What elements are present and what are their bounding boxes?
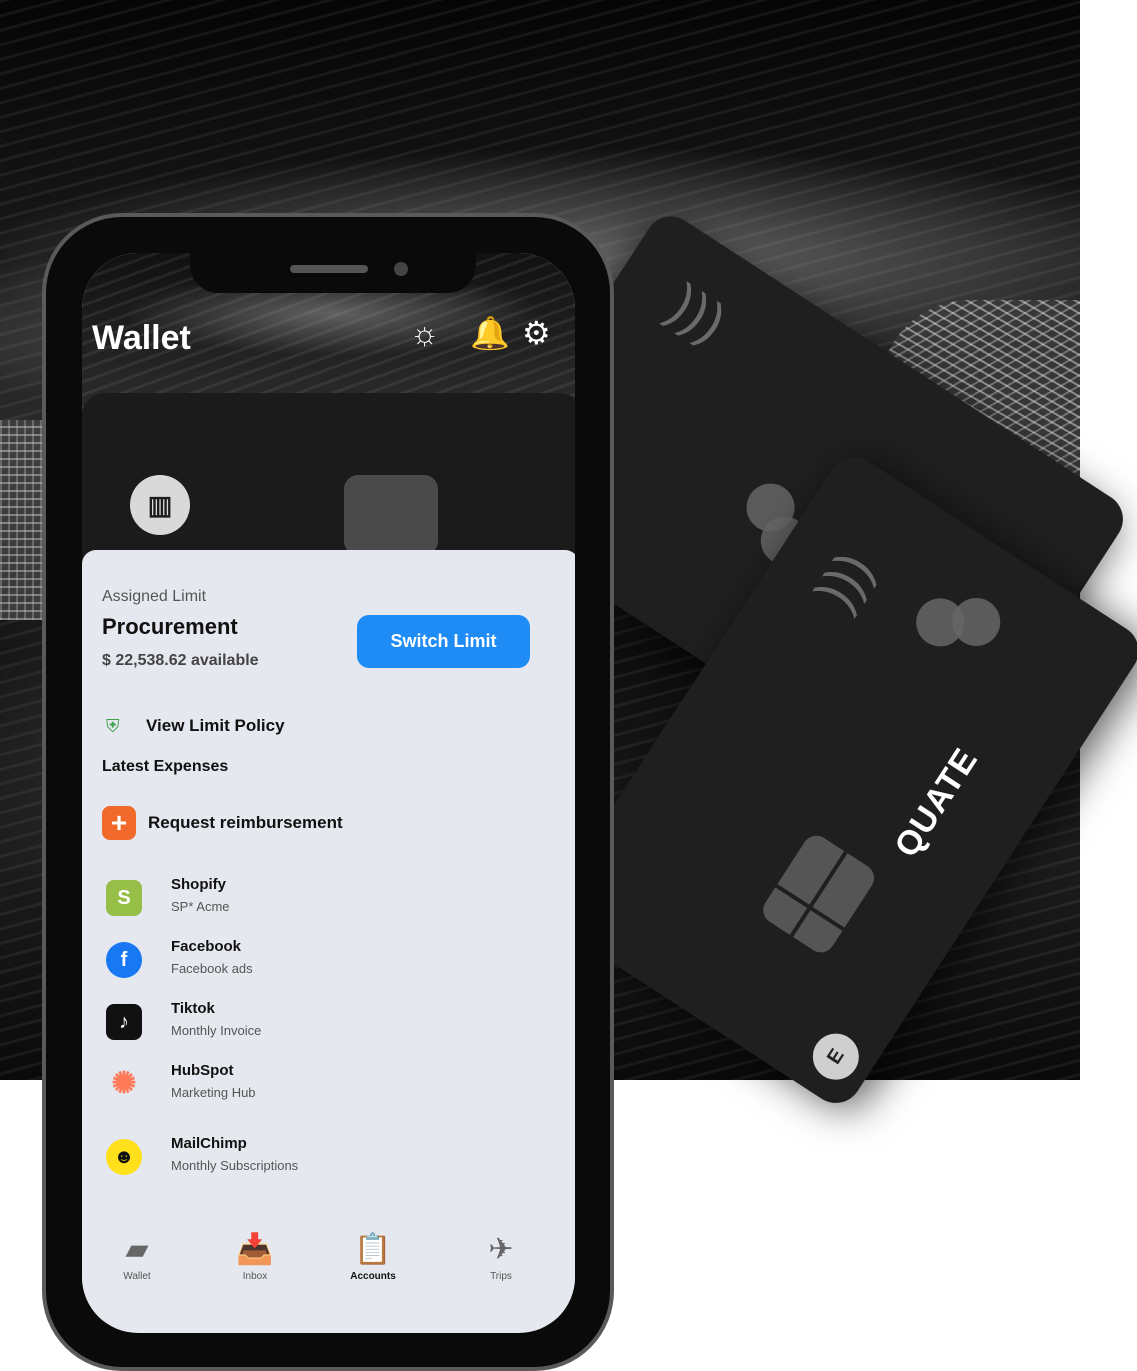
expense-item-facebook[interactable]: f Facebook Facebook ads bbox=[106, 938, 546, 988]
switch-limit-button[interactable]: Switch Limit bbox=[357, 615, 530, 668]
limit-sheet: Assigned Limit Procurement $ 22,538.62 a… bbox=[82, 550, 575, 1320]
phone-notch bbox=[190, 253, 476, 293]
expense-item-hubspot[interactable]: ✺ HubSpot Marketing Hub bbox=[106, 1062, 546, 1112]
view-limit-policy-link[interactable]: ⛨ View Limit Policy bbox=[106, 712, 285, 740]
nav-label: Inbox bbox=[242, 1271, 268, 1282]
phone-screen: Wallet ☼ 🔔 ⚙ ▥ Assigned Limit Procuremen… bbox=[82, 253, 575, 1333]
page-title: Wallet bbox=[92, 319, 191, 357]
assigned-limit-label: Assigned Limit bbox=[102, 588, 207, 605]
expense-name: Facebook bbox=[171, 938, 242, 955]
front-camera bbox=[394, 262, 408, 276]
facebook-icon: f bbox=[106, 942, 142, 978]
sparkle-icon[interactable]: ☼ bbox=[410, 317, 439, 349]
speaker-grille bbox=[290, 265, 368, 273]
expense-description: Facebook ads bbox=[171, 961, 253, 976]
request-reimbursement-button[interactable]: + Request reimbursement bbox=[102, 806, 343, 840]
mailchimp-icon: ☻ bbox=[106, 1139, 142, 1175]
contactless-icon: ))) bbox=[804, 541, 885, 620]
gear-icon[interactable]: ⚙ bbox=[522, 317, 551, 349]
contactless-icon: ))) bbox=[658, 273, 737, 354]
airplane-icon: ✈ bbox=[488, 1233, 514, 1266]
expense-description: Monthly Subscriptions bbox=[171, 1158, 299, 1173]
plus-icon: + bbox=[102, 806, 136, 840]
bell-icon[interactable]: 🔔 bbox=[470, 317, 510, 349]
shopify-icon: S bbox=[106, 880, 142, 916]
expense-description: SP* Acme bbox=[171, 899, 230, 914]
limit-name: Procurement bbox=[102, 614, 238, 639]
nav-label: Accounts bbox=[350, 1271, 396, 1282]
nav-item-accounts[interactable]: 📋 Accounts bbox=[333, 1233, 413, 1282]
shield-check-icon: ⛨ bbox=[106, 716, 120, 736]
request-reimbursement-label: Request reimbursement bbox=[148, 813, 343, 832]
expense-name: HubSpot bbox=[171, 1062, 234, 1079]
expense-item-mailchimp[interactable]: ☻ MailChimp Monthly Subscriptions bbox=[106, 1135, 546, 1185]
nav-item-wallet[interactable]: ▰ Wallet bbox=[97, 1233, 177, 1282]
nav-item-inbox[interactable]: 📥 Inbox bbox=[215, 1233, 295, 1282]
bottom-navigation: ▰ Wallet 📥 Inbox 📋 Accounts ✈ Trips bbox=[82, 1233, 575, 1293]
nav-label: Trips bbox=[490, 1271, 512, 1282]
available-balance: $ 22,538.62 available bbox=[102, 652, 259, 669]
card-chip-icon bbox=[344, 475, 438, 555]
nav-item-trips[interactable]: ✈ Trips bbox=[461, 1233, 541, 1282]
expense-name: Tiktok bbox=[171, 1000, 215, 1017]
expense-item-shopify[interactable]: S Shopify SP* Acme bbox=[106, 876, 546, 926]
card-brand-logo: E bbox=[804, 1024, 868, 1089]
accounts-document-icon: 📋 bbox=[354, 1233, 392, 1266]
view-limit-policy-label: View Limit Policy bbox=[146, 716, 285, 735]
expense-description: Monthly Invoice bbox=[171, 1023, 262, 1038]
phone-frame: Wallet ☼ 🔔 ⚙ ▥ Assigned Limit Procuremen… bbox=[42, 213, 614, 1371]
expense-description: Marketing Hub bbox=[171, 1085, 256, 1100]
expense-name: Shopify bbox=[171, 876, 226, 893]
latest-expenses-heading: Latest Expenses bbox=[102, 758, 229, 775]
nav-label: Wallet bbox=[123, 1271, 151, 1282]
card-network-circle-icon bbox=[943, 588, 1010, 656]
card-chip-icon bbox=[757, 830, 880, 958]
inbox-icon: 📥 bbox=[236, 1233, 274, 1266]
wallet-icon: ▰ bbox=[125, 1233, 149, 1266]
tiktok-icon: ♪ bbox=[106, 1004, 142, 1040]
expense-item-tiktok[interactable]: ♪ Tiktok Monthly Invoice bbox=[106, 1000, 546, 1050]
hubspot-icon: ✺ bbox=[111, 1067, 137, 1100]
expense-name: MailChimp bbox=[171, 1135, 247, 1152]
card-brand-name: QUATE bbox=[887, 741, 986, 864]
card-brand-logo: ▥ bbox=[130, 475, 190, 535]
